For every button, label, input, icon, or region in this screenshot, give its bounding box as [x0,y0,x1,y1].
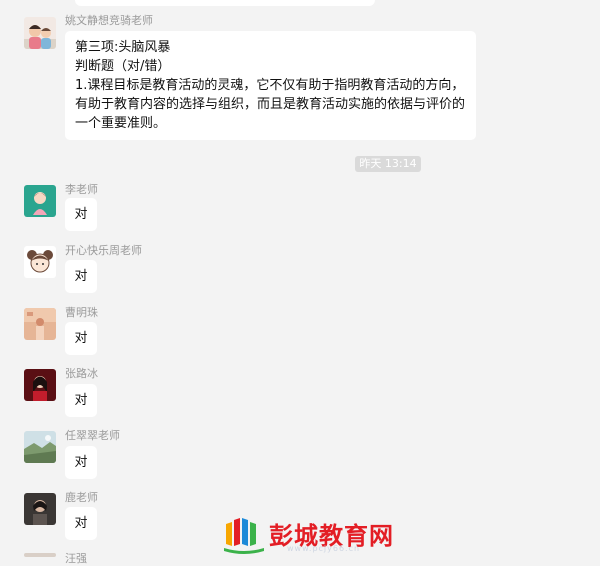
message-bubble[interactable]: 对 [65,198,97,231]
message-bubble[interactable]: 第三项:头脑风暴 判断题（对/错） 1.课程目标是教育活动的灵魂，它不仅有助于指… [65,31,476,140]
sender-name: 任翠翠老师 [65,429,120,442]
sender-name: 鹿老师 [65,491,98,504]
avatar[interactable] [24,17,56,49]
avatar[interactable] [24,431,56,463]
avatar[interactable] [24,185,56,217]
message-line: 1.课程目标是教育活动的灵魂，它不仅有助于指明教育活动的方向， [75,78,465,93]
watermark-url: www.pcjy66.cn [287,544,361,553]
message-bubble[interactable]: 对 [65,507,97,540]
message-line: 有助于教育内容的选择与组织，而且是教育活动实施的依据与评价的 [75,97,466,112]
sender-name: 姚文静想竞骑老师 [65,14,153,27]
sender-name: 李老师 [65,183,98,196]
message-bubble[interactable]: 对 [65,384,97,417]
message-line: 判断题（对/错） [75,59,171,74]
timestamp-divider: 昨天 13:14 [355,156,421,172]
message-bubble[interactable]: 对 [65,260,97,293]
avatar[interactable] [24,369,56,401]
avatar[interactable] [24,493,56,525]
message-line: 第三项:头脑风暴 [75,40,171,55]
sender-name: 张路冰 [65,367,98,380]
message-line: 一个重要准则。 [75,116,167,131]
previous-message-fragment [0,0,600,6]
message-bubble[interactable]: 对 [65,322,97,355]
avatar[interactable] [24,553,56,557]
message-bubble[interactable]: 对 [65,446,97,479]
sender-name: 汪强 [65,552,87,565]
watermark-logo-icon [224,518,264,554]
sender-name: 开心快乐周老师 [65,244,142,257]
avatar[interactable] [24,246,56,278]
sender-name: 曹明珠 [65,306,98,319]
avatar[interactable] [24,308,56,340]
watermark: 彭城教育网 www.pcjy66.cn [217,510,397,554]
